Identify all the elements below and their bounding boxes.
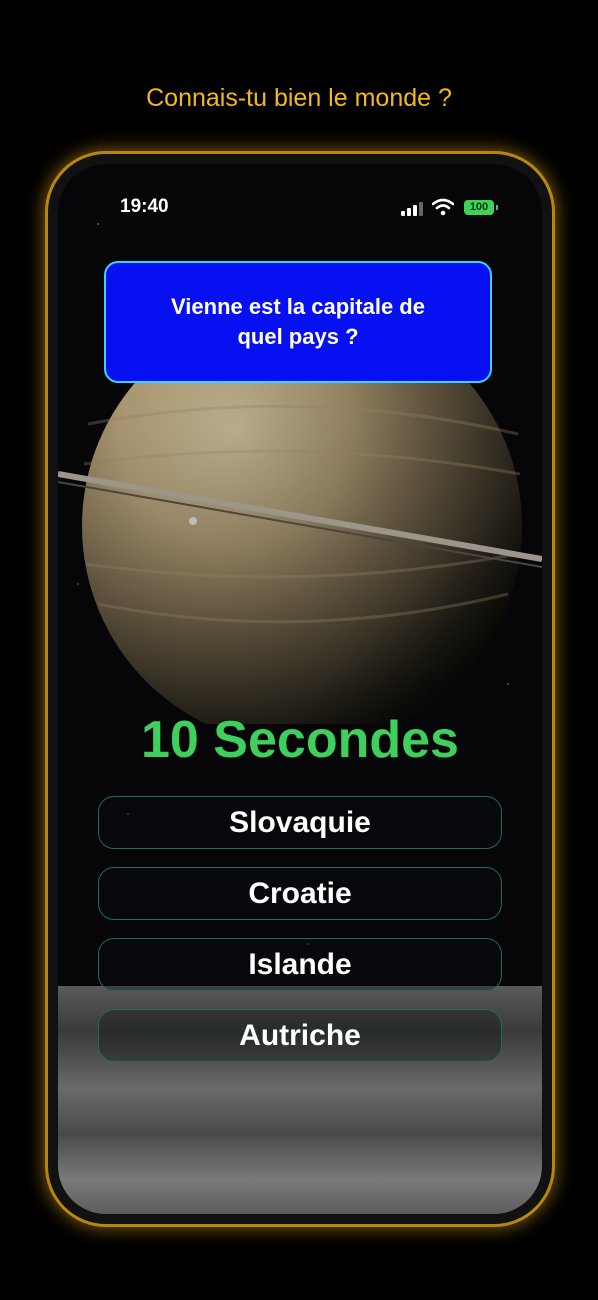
answer-list: Slovaquie Croatie Islande Autriche (98, 796, 502, 1080)
question-card: Vienne est la capitale de quel pays ? (104, 261, 492, 383)
signal-icon (401, 202, 425, 216)
saturn-background-image (58, 364, 542, 724)
status-bar: 19:40 100 (58, 188, 542, 218)
countdown-timer: 10 Secondes (141, 711, 459, 769)
phone-frame: 19:40 100 Vienne est la capitale de quel… (48, 154, 552, 1224)
answer-button-slovaquie[interactable]: Slovaquie (98, 796, 502, 849)
question-text: Vienne est la capitale de quel pays ? (171, 294, 425, 349)
answer-button-autriche[interactable]: Autriche (98, 1009, 502, 1062)
app-screen: 19:40 100 Vienne est la capitale de quel… (58, 164, 542, 1214)
answer-button-croatie[interactable]: Croatie (98, 867, 502, 920)
wifi-icon (432, 198, 454, 216)
battery-icon: 100 (464, 200, 498, 215)
answer-button-islande[interactable]: Islande (98, 938, 502, 991)
status-time: 19:40 (120, 196, 169, 217)
page-caption: Connais-tu bien le monde ? (146, 84, 452, 112)
